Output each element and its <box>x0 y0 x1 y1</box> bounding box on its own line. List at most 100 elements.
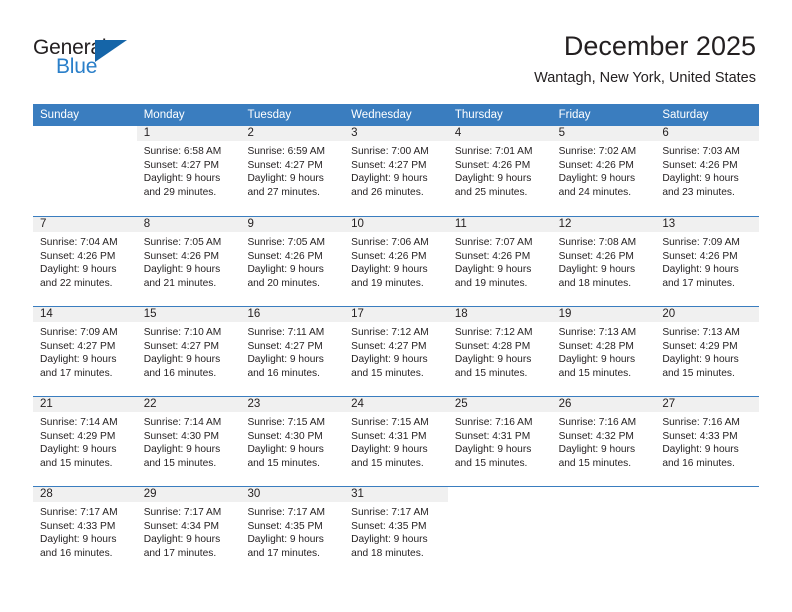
calendar-day-cell-empty <box>33 126 137 216</box>
day-details: Sunrise: 7:04 AM Sunset: 4:26 PM Daylight:… <box>33 232 137 290</box>
day-detail-line: Sunrise: 7:06 AM <box>351 237 429 248</box>
calendar-day-cell[interactable]: 18 Sunrise: 7:12 AM Sunset: 4:28 PM Dayligh… <box>447 307 552 396</box>
calendar-day-cell[interactable]: 19 Sunrise: 7:13 AM Sunset: 4:28 PM Dayligh… <box>551 307 656 396</box>
calendar-day-cell[interactable]: 24 Sunrise: 7:15 AM Sunset: 4:31 PM Dayligh… <box>344 397 448 486</box>
calendar-day-cell[interactable]: 3 Sunrise: 7:00 AM Sunset: 4:27 PM Daylight… <box>344 126 448 216</box>
weekday-header-thursday: Thursday <box>454 109 503 121</box>
day-number-band: 23 <box>240 397 345 412</box>
calendar-grid: Sunday Monday Tuesday Wednesday Thursday Frid… <box>33 104 760 576</box>
day-details: Sunrise: 7:17 AM Sunset: 4:33 PM Daylight:… <box>33 502 137 560</box>
day-detail-line: Sunrise: 7:17 AM <box>247 507 326 518</box>
calendar-day-cell-empty <box>447 487 552 576</box>
day-details: Sunrise: 7:06 AM Sunset: 4:26 PM Daylight:… <box>344 232 448 290</box>
day-detail-line: Sunrise: 7:05 AM <box>143 237 222 248</box>
day-detail-line: and 16 minutes. <box>143 367 217 379</box>
day-number-band: 12 <box>551 217 656 232</box>
calendar-day-cell[interactable]: 14 Sunrise: 7:09 AM Sunset: 4:27 PM Dayligh… <box>33 307 137 396</box>
calendar-day-cell[interactable]: 5 Sunrise: 7:02 AM Sunset: 4:26 PM Daylight… <box>551 126 656 216</box>
calendar-day-cell[interactable]: 27 Sunrise: 7:16 AM Sunset: 4:33 PM Dayligh… <box>655 397 760 486</box>
calendar-day-cell[interactable]: 9 Sunrise: 7:05 AM Sunset: 4:26 PM Daylight… <box>240 217 345 306</box>
calendar-day-cell[interactable]: 2 Sunrise: 6:59 AM Sunset: 4:27 PM Daylight… <box>240 126 345 216</box>
calendar-day-cell[interactable]: 8 Sunrise: 7:05 AM Sunset: 4:26 PM Daylight… <box>136 217 241 306</box>
day-details: Sunrise: 7:11 AM Sunset: 4:27 PM Daylight:… <box>240 322 344 380</box>
day-detail-line: Sunset: 4:26 PM <box>40 250 116 262</box>
day-number-band: 2 <box>240 126 345 141</box>
day-detail-line: and 18 minutes. <box>558 277 632 289</box>
calendar-day-cell[interactable]: 26 Sunrise: 7:16 AM Sunset: 4:32 PM Dayligh… <box>551 397 656 486</box>
day-details: Sunrise: 7:05 AM Sunset: 4:26 PM Daylight:… <box>240 232 344 290</box>
day-number-band: 28 <box>33 487 137 502</box>
day-number-band: 31 <box>344 487 448 502</box>
calendar-day-cell[interactable]: 13 Sunrise: 7:09 AM Sunset: 4:26 PM Dayligh… <box>655 217 760 306</box>
day-number-band: 25 <box>447 397 552 412</box>
day-detail-line: Sunset: 4:26 PM <box>351 250 427 262</box>
day-details: Sunrise: 7:13 AM Sunset: 4:28 PM Daylight:… <box>552 322 656 380</box>
day-details: Sunrise: 7:17 AM Sunset: 4:35 PM Daylight:… <box>344 502 448 560</box>
day-number: 29 <box>143 488 157 500</box>
weekday-header-sunday: Sunday <box>40 109 80 121</box>
calendar-day-cell[interactable]: 21 Sunrise: 7:14 AM Sunset: 4:29 PM Dayligh… <box>33 397 137 486</box>
day-detail-line: Daylight: 9 hours <box>662 173 739 185</box>
calendar-day-cell[interactable]: 22 Sunrise: 7:14 AM Sunset: 4:30 PM Dayligh… <box>136 397 241 486</box>
day-detail-line: and 15 minutes. <box>558 367 632 379</box>
title-block: December 2025 Wantagh, New York, United … <box>534 30 756 87</box>
day-detail-line: Sunset: 4:35 PM <box>247 520 323 532</box>
calendar-day-cell[interactable]: 1 Sunrise: 6:58 AM Sunset: 4:27 PM Daylight… <box>136 126 241 216</box>
day-details: Sunrise: 7:14 AM Sunset: 4:29 PM Daylight:… <box>33 412 137 470</box>
day-details: Sunrise: 7:02 AM Sunset: 4:26 PM Daylight:… <box>552 141 656 199</box>
day-number-band: 10 <box>344 217 448 232</box>
calendar-day-cell[interactable]: 7 Sunrise: 7:04 AM Sunset: 4:26 PM Daylight… <box>33 217 137 306</box>
day-detail-line: Sunset: 4:26 PM <box>454 159 531 171</box>
calendar-day-cell[interactable]: 31 Sunrise: 7:17 AM Sunset: 4:35 PM Dayligh… <box>344 487 448 576</box>
day-number: 7 <box>40 218 47 230</box>
day-number-band: 5 <box>551 126 656 141</box>
day-number: 15 <box>143 308 157 320</box>
calendar-day-cell[interactable]: 25 Sunrise: 7:16 AM Sunset: 4:31 PM Dayligh… <box>447 397 552 486</box>
day-detail-line: Sunset: 4:27 PM <box>143 159 220 171</box>
day-detail-line: Sunrise: 7:17 AM <box>40 507 118 518</box>
day-number-band: 26 <box>551 397 656 412</box>
calendar-week-row: 14 Sunrise: 7:09 AM Sunset: 4:27 PM Dayligh… <box>33 306 760 396</box>
weekday-header-friday: Friday <box>558 109 591 121</box>
day-details: Sunrise: 7:00 AM Sunset: 4:27 PM Daylight:… <box>344 141 448 199</box>
day-number: 16 <box>247 308 261 320</box>
day-detail-line: and 16 minutes. <box>662 457 735 469</box>
calendar-day-cell[interactable]: 20 Sunrise: 7:13 AM Sunset: 4:29 PM Dayligh… <box>655 307 760 396</box>
day-detail-line: Daylight: 9 hours <box>454 173 532 185</box>
calendar-day-cell[interactable]: 16 Sunrise: 7:11 AM Sunset: 4:27 PM Dayligh… <box>240 307 345 396</box>
general-blue-logo[interactable]: General Blue <box>33 36 153 84</box>
day-number: 26 <box>558 398 572 410</box>
day-detail-line: Sunrise: 6:59 AM <box>247 146 326 157</box>
calendar-day-cell[interactable]: 11 Sunrise: 7:07 AM Sunset: 4:26 PM Dayligh… <box>447 217 552 306</box>
day-number: 28 <box>40 488 53 500</box>
day-number-band <box>33 126 137 141</box>
calendar-day-cell[interactable]: 4 Sunrise: 7:01 AM Sunset: 4:26 PM Daylight… <box>447 126 552 216</box>
calendar-day-cell[interactable]: 30 Sunrise: 7:17 AM Sunset: 4:35 PM Dayligh… <box>240 487 345 576</box>
calendar-day-cell[interactable]: 23 Sunrise: 7:15 AM Sunset: 4:30 PM Dayligh… <box>240 397 345 486</box>
calendar-week-row: 28 Sunrise: 7:17 AM Sunset: 4:33 PM Dayligh… <box>33 486 760 576</box>
day-detail-line: Sunset: 4:31 PM <box>351 430 427 442</box>
day-number-band: 9 <box>240 217 345 232</box>
day-detail-line: Sunset: 4:30 PM <box>143 430 220 442</box>
day-number: 23 <box>247 398 261 410</box>
calendar-day-cell[interactable]: 29 Sunrise: 7:17 AM Sunset: 4:34 PM Dayligh… <box>136 487 241 576</box>
day-number-band: 4 <box>447 126 552 141</box>
day-number-band: 17 <box>344 307 448 322</box>
calendar-day-cell[interactable]: 15 Sunrise: 7:10 AM Sunset: 4:27 PM Dayligh… <box>136 307 241 396</box>
day-detail-line: Sunset: 4:31 PM <box>454 430 531 442</box>
day-detail-line: and 22 minutes. <box>40 277 113 289</box>
day-detail-line: Sunset: 4:29 PM <box>662 340 738 352</box>
calendar-day-cell[interactable]: 17 Sunrise: 7:12 AM Sunset: 4:27 PM Dayligh… <box>344 307 448 396</box>
calendar-day-cell[interactable]: 28 Sunrise: 7:17 AM Sunset: 4:33 PM Dayligh… <box>33 487 137 576</box>
day-detail-line: Sunrise: 7:03 AM <box>662 146 740 157</box>
day-detail-line: and 19 minutes. <box>351 277 424 289</box>
day-detail-line: and 19 minutes. <box>454 277 528 289</box>
calendar-day-cell[interactable]: 6 Sunrise: 7:03 AM Sunset: 4:26 PM Daylight… <box>655 126 760 216</box>
calendar-weeks: 1 Sunrise: 6:58 AM Sunset: 4:27 PM Daylight… <box>33 126 760 576</box>
calendar-day-cell[interactable]: 10 Sunrise: 7:06 AM Sunset: 4:26 PM Dayligh… <box>344 217 448 306</box>
day-detail-line: Sunset: 4:27 PM <box>143 340 220 352</box>
calendar-day-cell[interactable]: 12 Sunrise: 7:08 AM Sunset: 4:26 PM Dayligh… <box>551 217 656 306</box>
day-detail-line: Daylight: 9 hours <box>247 354 324 366</box>
day-detail-line: Sunrise: 7:13 AM <box>558 327 637 338</box>
day-detail-line: Daylight: 9 hours <box>558 354 636 366</box>
